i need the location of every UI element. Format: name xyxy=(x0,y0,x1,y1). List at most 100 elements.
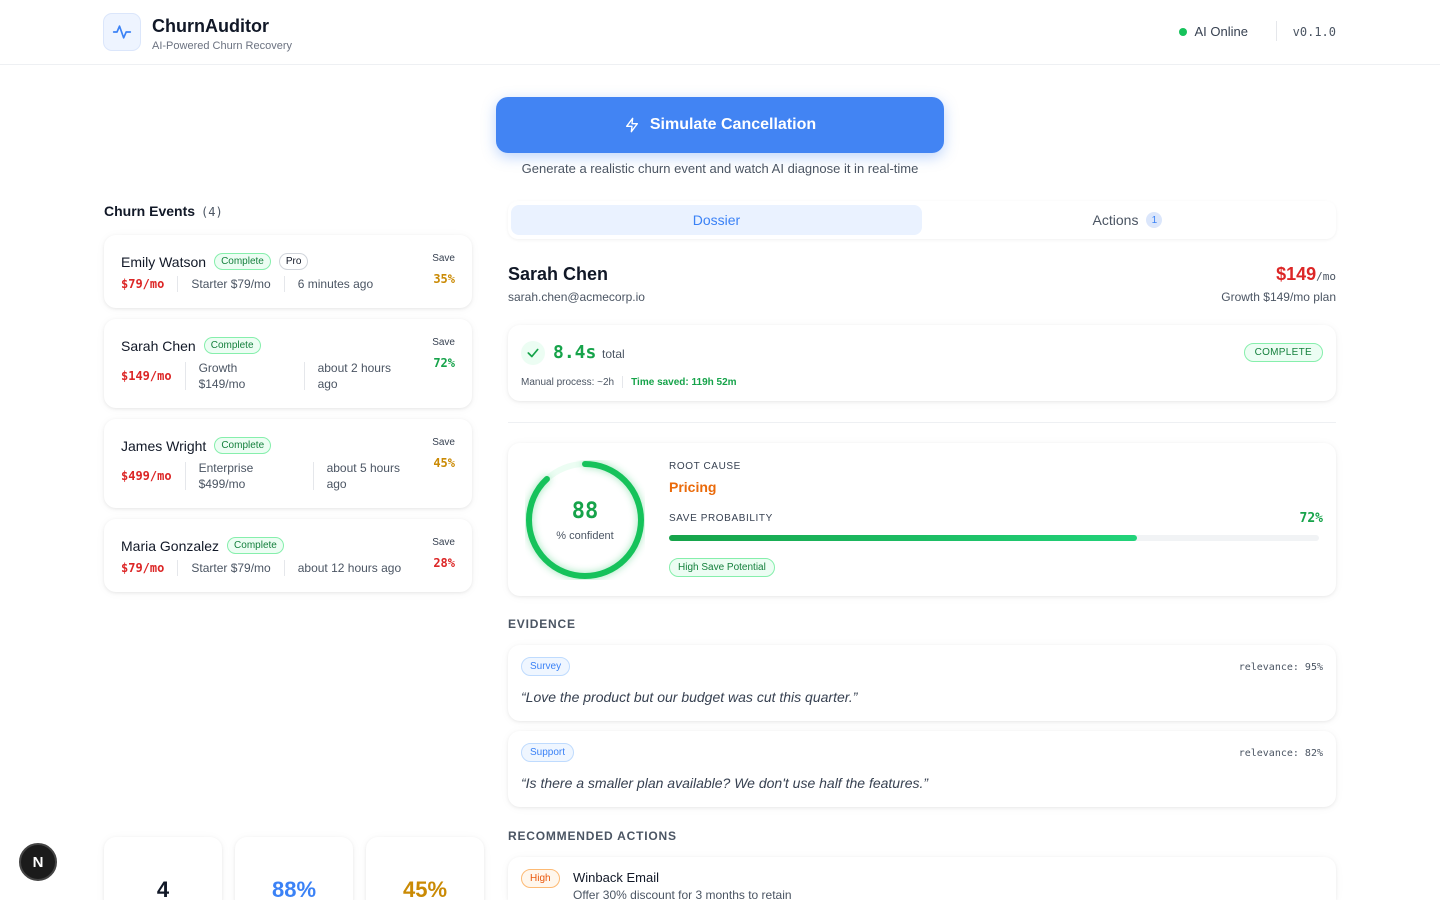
churn-events-title: Churn Events (4) xyxy=(104,203,223,219)
event-time: about 2 hours ago xyxy=(318,360,391,392)
customer-name: Maria Gonzalez xyxy=(121,537,220,554)
event-price: $149/mo xyxy=(121,369,172,383)
event-time: about 12 hours ago xyxy=(297,561,402,575)
event-plan-line: Growth xyxy=(198,361,238,375)
action-card[interactable]: High Winback Email Offer 30% discount fo… xyxy=(508,857,1336,900)
event-time-line: about 5 hours xyxy=(326,461,400,475)
save-probability-bar xyxy=(669,535,1319,541)
event-time-line: ago xyxy=(317,377,338,391)
customer-name: James Wright xyxy=(121,437,207,454)
meta-divider xyxy=(177,560,179,576)
app-header: ChurnAuditor AI-Powered Churn Recovery A… xyxy=(0,0,1440,65)
evidence-quote: “Is there a smaller plan available? We d… xyxy=(521,775,929,791)
status-badge: Complete xyxy=(214,253,271,270)
ai-status: AI Online xyxy=(1178,24,1248,39)
event-time: 6 minutes ago xyxy=(297,277,374,291)
churn-event-card[interactable]: Sarah Chen Complete $149/mo Growth $149/m… xyxy=(104,319,472,408)
event-time-line: about 2 hours xyxy=(317,361,391,375)
event-meta: $79/mo Starter $79/mo about 12 hours ago xyxy=(121,560,401,576)
check-icon xyxy=(521,341,545,365)
save-label: Save xyxy=(432,337,455,348)
event-name-row: James Wright Complete xyxy=(121,437,272,454)
diagnosis-card: 88 % confident ROOT CAUSE Pricing SAVE P… xyxy=(508,443,1336,596)
time-saved: Time saved: 119h 52m xyxy=(631,376,737,388)
event-meta: $79/mo Starter $79/mo 6 minutes ago xyxy=(121,276,373,292)
action-title: Winback Email xyxy=(573,870,659,885)
customer-name: Sarah Chen xyxy=(121,337,196,354)
priority-badge: High xyxy=(521,869,560,888)
event-meta: $499/mo Enterprise $499/mo about 5 hours a… xyxy=(121,460,400,492)
churn-event-card[interactable]: Maria Gonzalez Complete $79/mo Starter $… xyxy=(104,519,472,592)
stat-avg-save: 45% xyxy=(366,837,484,900)
save-label: Save xyxy=(432,253,455,264)
processing-time-unit: total xyxy=(602,347,625,361)
simulate-caption: Generate a realistic churn event and wat… xyxy=(521,161,919,176)
evidence-quote: “Love the product but our budget was cut… xyxy=(521,689,858,705)
tab-actions-label: Actions xyxy=(1092,212,1139,228)
save-probability: 72% xyxy=(433,356,455,370)
confidence-value: 88 xyxy=(571,499,599,524)
event-price: $499/mo xyxy=(121,469,172,483)
action-description: Offer 30% discount for 3 months to retai… xyxy=(573,888,792,900)
save-probability-label: SAVE PROBABILITY xyxy=(669,513,773,524)
customer-mrr-value: $149 xyxy=(1276,264,1317,284)
save-probability: 35% xyxy=(433,272,455,286)
header-divider xyxy=(1276,21,1277,41)
meta-divider xyxy=(283,560,285,576)
status-dot-icon xyxy=(1178,27,1187,36)
event-meta: $149/mo Growth $149/mo about 2 hours ago xyxy=(121,360,391,392)
event-plan-line: $499/mo xyxy=(198,477,246,491)
stat-avg-confidence: 88% xyxy=(235,837,353,900)
stat-total-events: 4 xyxy=(104,837,222,900)
event-name-row: Sarah Chen Complete xyxy=(121,337,261,354)
meta-divider xyxy=(622,376,624,388)
evidence-source-badge: Support xyxy=(521,743,575,762)
evidence-relevance: relevance: 82% xyxy=(1238,748,1323,759)
customer-name: Emily Watson xyxy=(121,253,207,270)
manual-process-time: Manual process: ~2h xyxy=(521,376,615,388)
status-badge: COMPLETE xyxy=(1243,343,1323,362)
processing-time-card: 8.4s total COMPLETE Manual process: ~2h … xyxy=(508,325,1336,401)
churn-event-card[interactable]: James Wright Complete $499/mo Enterprise… xyxy=(104,419,472,508)
tab-dossier-label: Dossier xyxy=(692,212,741,228)
tab-actions[interactable]: Actions 1 xyxy=(922,205,1333,235)
status-badge: Complete xyxy=(227,537,284,554)
save-probability: 28% xyxy=(433,556,455,570)
app-title: ChurnAuditor xyxy=(152,16,269,36)
evidence-relevance: relevance: 95% xyxy=(1238,662,1323,673)
activity-icon xyxy=(103,13,141,51)
save-label: Save xyxy=(432,437,455,448)
event-plan: Starter $79/mo xyxy=(191,561,271,575)
churn-event-card[interactable]: Emily Watson Complete Pro $79/mo Starter… xyxy=(104,235,472,308)
evidence-card: Survey relevance: 95% “Love the product … xyxy=(508,645,1336,721)
simulate-cancellation-button[interactable]: Simulate Cancellation xyxy=(496,97,944,153)
simulate-label: Simulate Cancellation xyxy=(649,116,817,133)
tier-badge: Pro xyxy=(278,253,309,270)
time-meta: Manual process: ~2h Time saved: 119h 52m xyxy=(521,376,737,388)
event-time-line: ago xyxy=(326,477,347,491)
customer-mrr-unit: /mo xyxy=(1316,270,1336,283)
section-divider xyxy=(508,422,1336,423)
meta-divider xyxy=(184,362,186,390)
event-plan: Enterprise $499/mo xyxy=(199,460,300,492)
meta-divider xyxy=(303,362,305,390)
nextjs-dev-indicator[interactable]: N xyxy=(19,843,57,881)
event-price: $79/mo xyxy=(121,277,165,291)
tab-dossier[interactable]: Dossier xyxy=(511,205,922,235)
meta-divider xyxy=(283,276,285,292)
evidence-title: EVIDENCE xyxy=(508,617,576,631)
churn-events-count: (4) xyxy=(201,205,223,219)
processing-time: 8.4s xyxy=(553,342,597,363)
event-price: $79/mo xyxy=(121,561,165,575)
detail-tabs: Dossier Actions 1 xyxy=(508,201,1336,239)
save-probability-fill xyxy=(669,535,1137,541)
event-name-row: Emily Watson Complete Pro xyxy=(121,253,309,270)
root-cause-label: ROOT CAUSE xyxy=(669,461,741,472)
status-badge: Complete xyxy=(214,437,272,454)
save-probability: 45% xyxy=(433,456,455,470)
ai-status-label: AI Online xyxy=(1194,24,1248,39)
event-plan-line: Enterprise xyxy=(198,461,254,475)
recommended-actions-title: RECOMMENDED ACTIONS xyxy=(508,829,677,843)
confidence-label: % confident xyxy=(556,530,614,542)
app-subtitle: AI-Powered Churn Recovery xyxy=(152,40,293,52)
